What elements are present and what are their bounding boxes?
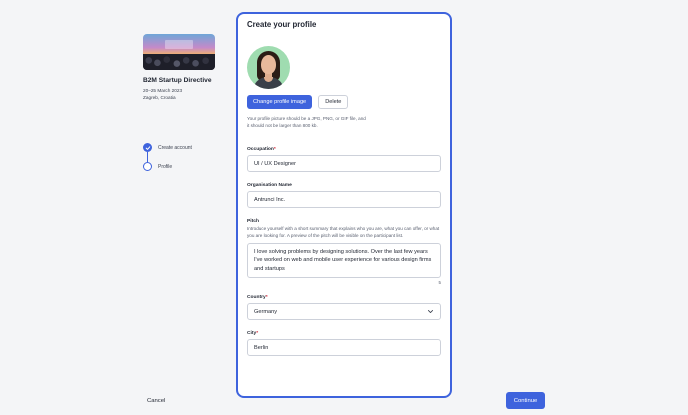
pitch-counter: 5 <box>438 280 441 285</box>
step-profile[interactable]: Profile <box>143 162 233 171</box>
check-icon <box>143 143 152 152</box>
pitch-field-group: Pitch Introduce yourself with a short su… <box>247 219 441 285</box>
cancel-button[interactable]: Cancel <box>147 394 165 408</box>
step-label: Profile <box>158 163 173 170</box>
organisation-input[interactable]: Antrunci Inc. <box>247 191 441 209</box>
occupation-field-group: Occupation* UI / UX Designer <box>247 147 441 173</box>
event-location: Zagreb, Croatia <box>143 95 176 101</box>
profile-form: Create your profile Change profile image… <box>247 18 441 356</box>
chevron-down-icon <box>427 310 434 313</box>
change-profile-image-button[interactable]: Change profile image <box>247 95 313 109</box>
country-field-group: Country* Germany <box>247 295 441 320</box>
progress-steps: Create account Profile <box>143 143 233 171</box>
event-photo <box>143 34 215 70</box>
required-mark: * <box>273 147 276 153</box>
event-photo-stage <box>165 40 193 49</box>
country-select[interactable]: Germany <box>247 303 441 320</box>
image-hint: Your profile picture should be a JPG, PN… <box>247 116 366 129</box>
avatar <box>247 46 290 89</box>
country-value: Germany <box>254 308 278 315</box>
event-photo-crowd <box>143 54 215 70</box>
current-step-icon <box>143 162 152 171</box>
city-field-group: City* Berlin <box>247 331 441 356</box>
profile-setup-page: B2M Startup Directive 20–25 March 2023 Z… <box>0 0 688 415</box>
city-label: City* <box>247 331 441 336</box>
avatar-face <box>261 55 276 74</box>
avatar-actions: Change profile image Delete <box>247 95 441 109</box>
step-label: Create account <box>158 144 192 151</box>
pitch-label: Pitch <box>247 219 259 225</box>
event-meta: 20–25 March 2023 Zagreb, Croatia <box>143 87 233 102</box>
profile-card: Create your profile Change profile image… <box>236 12 452 398</box>
city-input[interactable]: Berlin <box>247 339 441 356</box>
step-create-account[interactable]: Create account <box>143 143 233 152</box>
step-connector <box>147 152 148 162</box>
event-dates: 20–25 March 2023 <box>143 88 183 93</box>
occupation-label-text: Occupation <box>247 147 274 153</box>
occupation-input[interactable]: UI / UX Designer <box>247 155 441 173</box>
pitch-help: Introduce yourself with a short summary … <box>247 226 440 239</box>
event-summary: B2M Startup Directive 20–25 March 2023 Z… <box>143 34 233 102</box>
pitch-textarea[interactable]: I love solving problems by designing sol… <box>247 243 441 278</box>
delete-image-button[interactable]: Delete <box>318 95 349 109</box>
occupation-label: Occupation* <box>247 147 441 152</box>
country-label: Country* <box>247 295 441 300</box>
city-label-text: City <box>247 331 257 336</box>
organisation-label: Organisation Name <box>247 183 292 189</box>
required-mark: * <box>265 295 268 300</box>
organisation-field-group: Organisation Name Antrunci Inc. <box>247 183 441 209</box>
event-name: B2M Startup Directive <box>143 77 212 84</box>
continue-button[interactable]: Continue <box>506 392 545 409</box>
country-label-text: Country <box>247 295 266 300</box>
page-title: Create your profile <box>247 20 317 29</box>
required-mark: * <box>256 331 259 336</box>
